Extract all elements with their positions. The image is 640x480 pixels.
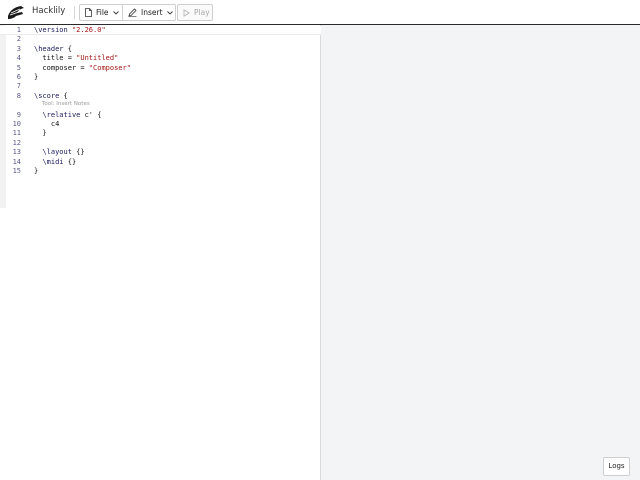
chevron-down-icon [166,10,173,15]
code-text: c4 [34,119,60,128]
score-preview-pane[interactable]: Logs [321,25,640,480]
code-text: \version "2.26.0" [34,26,106,34]
play-icon [183,8,190,17]
code-line[interactable]: 15} [0,167,321,176]
file-menu-label: File [96,8,109,17]
code-text: title = "Untitled" [34,54,119,63]
code-line[interactable]: 7 [0,82,321,91]
code-line[interactable]: 5 composer = "Composer" [0,64,321,73]
code-text: \header { [34,44,72,53]
code-text: \layout {} [42,148,85,157]
toolbar-divider [74,6,75,19]
code-line[interactable]: 2 [0,35,321,44]
code-text: \score { [34,91,68,100]
code-line[interactable]: 6} [0,73,321,82]
code-line[interactable]: 1 \version "2.26.0" [0,26,321,36]
line-number: 12 [12,138,21,147]
line-number: 4 [16,54,21,63]
code-line[interactable]: 9 \relative c' { [0,111,321,120]
chevron-down-icon [112,10,119,15]
code-line[interactable]: 10 c4 [0,120,321,129]
line-number: 1 [16,26,21,34]
line-number: 10 [12,119,21,128]
code-line[interactable]: 3 \header { [0,45,321,54]
pencil-icon [128,8,137,17]
code-line[interactable]: 4 title = "Untitled" [0,54,321,63]
code-text: } [34,166,39,175]
code-editor[interactable]: 1 \version "2.26.0" 2 3 \header {4 title = "… [0,25,321,480]
play-label: Play [194,8,210,17]
line-number: 6 [16,73,21,81]
line-number: 5 [16,63,21,72]
line-number: 13 [12,148,21,157]
line-number: 8 [16,91,21,100]
line-number: 2 [16,35,21,44]
logs-button[interactable]: Logs [603,457,630,476]
code-line[interactable]: 11 } [0,129,321,138]
tool-hint: Tool: Insert Notes [42,101,90,107]
code-line[interactable]: 12 [0,139,321,148]
top-toolbar: Hacklily File Insert Play [0,0,640,25]
line-number: 3 [16,44,21,53]
code-text: \relative c' { [42,110,102,119]
file-icon [85,8,92,17]
code-line[interactable]: 8 \score { [0,92,321,101]
line-number: 11 [12,129,21,138]
line-number: 15 [12,166,21,175]
code-line[interactable]: 13 \layout {} [0,148,321,157]
code-line[interactable]: 14 \midi {} [0,158,321,167]
file-menu-button[interactable]: File [79,4,123,21]
code-text: composer = "Composer" [34,63,131,72]
code-text: } [34,129,47,138]
code-text: \midi {} [42,157,77,166]
line-number: 14 [12,157,21,166]
insert-menu-button[interactable]: Insert [123,4,176,21]
lily-logo-icon[interactable] [7,4,25,21]
insert-menu-label: Insert [141,8,163,17]
app-title: Hacklily [32,6,66,16]
code-text: } [34,73,39,81]
line-number: 9 [16,110,21,119]
play-button[interactable]: Play [177,4,213,21]
line-number: 7 [16,82,21,91]
